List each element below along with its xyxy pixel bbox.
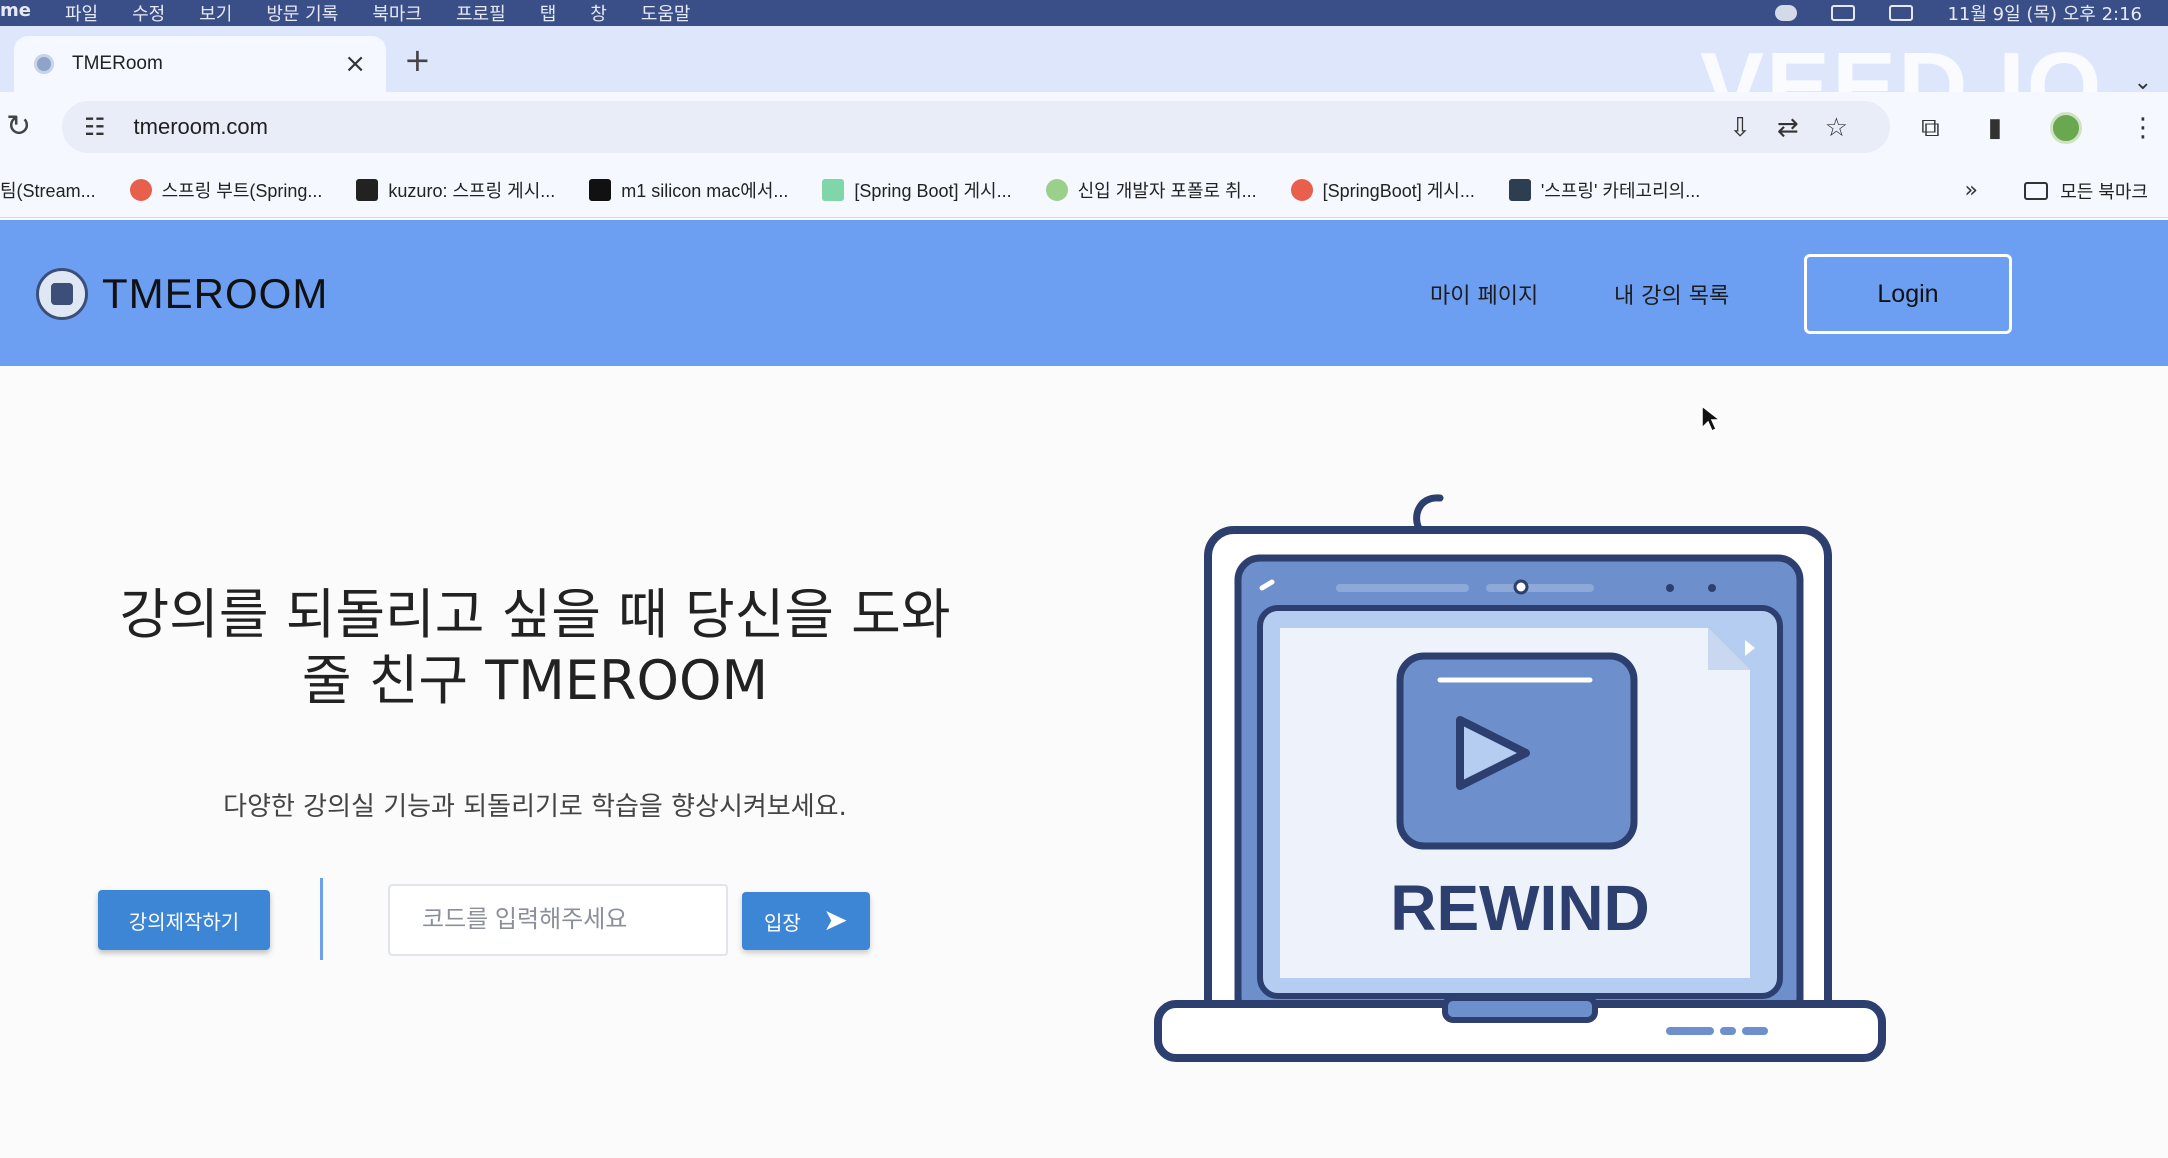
send-arrow-icon: ➤ bbox=[822, 904, 848, 937]
address-bar-row: ↻ ☷ tmeroom.com ⇩ ⇄ ☆ ⧉ ▮ ⋮ bbox=[0, 92, 2168, 162]
mouse-cursor-icon bbox=[1701, 404, 1722, 433]
install-app-icon[interactable]: ⇩ bbox=[1729, 113, 1751, 143]
bookmark-star-icon[interactable]: ☆ bbox=[1825, 113, 1848, 143]
url-text[interactable]: tmeroom.com bbox=[134, 114, 268, 140]
bookmark-label: 팀(Stream... bbox=[0, 180, 96, 201]
bookmarks-bar: 팀(Stream... 스프링 부트(Spring... kuzuro: 스프링… bbox=[0, 162, 2168, 218]
site-logo[interactable]: TMEROOM bbox=[36, 268, 328, 320]
divider bbox=[320, 878, 323, 960]
profile-avatar[interactable] bbox=[2050, 112, 2082, 144]
hero-subtitle: 다양한 강의실 기능과 되돌리기로 학습을 향상시켜보세요. bbox=[223, 792, 847, 822]
logo-emblem-icon bbox=[36, 268, 88, 320]
mac-menu-history[interactable]: 방문 기록 bbox=[266, 0, 338, 26]
tab-title: TMERoom bbox=[72, 53, 163, 74]
rewind-label: REWIND bbox=[1390, 872, 1650, 944]
all-bookmarks-label: 모든 북마크 bbox=[2060, 182, 2148, 202]
folder-icon bbox=[2024, 182, 2049, 200]
bookmark-favicon-icon bbox=[1290, 178, 1313, 201]
create-lecture-button[interactable]: 강의제작하기 bbox=[98, 890, 270, 950]
bookmark-favicon-icon bbox=[1045, 178, 1068, 201]
tab-close-icon[interactable]: × bbox=[344, 51, 366, 77]
rewind-laptop-illustration: REWIND bbox=[1154, 494, 1886, 1062]
input-source-icon[interactable] bbox=[1831, 5, 1856, 21]
bookmark-favicon-icon bbox=[356, 178, 379, 201]
bookmark-label: [SpringBoot] 게시... bbox=[1322, 180, 1475, 201]
mac-menu-profile[interactable]: 프로필 bbox=[456, 0, 506, 26]
hero-title: 강의를 되돌리고 싶을 때 당신을 도와 줄 친구 TMEROOM bbox=[90, 582, 980, 714]
omnibox[interactable]: ☷ tmeroom.com ⇩ ⇄ ☆ bbox=[62, 101, 1890, 153]
mac-clock[interactable]: 11월 9일 (목) 오후 2:16 bbox=[1947, 0, 2142, 26]
mac-status-area: 11월 9일 (목) 오후 2:16 bbox=[1775, 0, 2142, 26]
enter-label: 입장 bbox=[764, 912, 801, 935]
bookmark-item[interactable]: '스프링' 카테고리의... bbox=[1508, 177, 1701, 203]
bookmark-label: 스프링 부트(Spring... bbox=[161, 180, 323, 201]
bookmark-item[interactable]: [SpringBoot] 게시... bbox=[1290, 177, 1475, 203]
bookmark-label: m1 silicon mac에서... bbox=[621, 180, 789, 201]
bookmark-label: kuzuro: 스프링 게시... bbox=[388, 180, 556, 201]
mac-menu-window[interactable]: 창 bbox=[590, 0, 607, 26]
bookmark-favicon-icon bbox=[1508, 178, 1531, 201]
battery-icon[interactable] bbox=[1889, 5, 1914, 21]
browser-menu-icon[interactable]: ⋮ bbox=[2130, 113, 2156, 143]
browser-toolbar: ⧉ ▮ ⋮ bbox=[1921, 112, 2156, 144]
side-panel-icon[interactable]: ▮ bbox=[1988, 113, 2002, 143]
mac-menubar: me 파일 수정 보기 방문 기록 북마크 프로필 탭 창 도움말 11월 9일… bbox=[0, 0, 2168, 26]
mac-menu-tab[interactable]: 탭 bbox=[540, 0, 557, 26]
mac-menu-file[interactable]: 파일 bbox=[65, 0, 98, 26]
nav-my-lectures[interactable]: 내 강의 목록 bbox=[1614, 278, 1729, 310]
mac-menu-app[interactable]: me bbox=[0, 0, 31, 26]
translate-icon[interactable]: ⇄ bbox=[1777, 113, 1799, 143]
bookmarks-overflow-icon[interactable]: » bbox=[1965, 178, 1978, 203]
mac-menu-help[interactable]: 도움말 bbox=[641, 0, 691, 26]
bookmark-item[interactable]: [Spring Boot] 게시... bbox=[822, 177, 1012, 203]
site-header: TMEROOM 마이 페이지 내 강의 목록 Login bbox=[0, 220, 2168, 366]
all-bookmarks-button[interactable]: 모든 북마크 bbox=[2024, 178, 2148, 204]
bookmark-item[interactable]: m1 silicon mac에서... bbox=[589, 177, 788, 203]
extensions-icon[interactable]: ⧉ bbox=[1921, 113, 1940, 144]
bookmark-item[interactable]: 신입 개발자 포폴로 취... bbox=[1045, 177, 1257, 203]
enter-room-button[interactable]: 입장 ➤ bbox=[742, 892, 870, 950]
reload-icon[interactable]: ↻ bbox=[6, 112, 31, 142]
bookmark-label: 신입 개발자 포폴로 취... bbox=[1077, 180, 1257, 201]
mac-menu-bookmarks[interactable]: 북마크 bbox=[372, 0, 422, 26]
bookmark-item[interactable]: 팀(Stream... bbox=[0, 177, 96, 203]
site-settings-icon[interactable]: ☷ bbox=[84, 113, 106, 141]
browser-tab[interactable]: TMERoom × bbox=[14, 36, 386, 92]
bookmark-favicon-icon bbox=[129, 178, 152, 201]
omnibox-actions: ⇩ ⇄ ☆ bbox=[1729, 113, 1848, 143]
chat-status-icon[interactable] bbox=[1775, 5, 1798, 21]
mac-menu: me 파일 수정 보기 방문 기록 북마크 프로필 탭 창 도움말 bbox=[0, 0, 691, 26]
new-tab-icon[interactable]: + bbox=[404, 44, 431, 76]
bookmark-label: '스프링' 카테고리의... bbox=[1540, 180, 1701, 201]
mac-menu-view[interactable]: 보기 bbox=[199, 0, 232, 26]
nav-my-page[interactable]: 마이 페이지 bbox=[1430, 278, 1538, 310]
login-button[interactable]: Login bbox=[1804, 254, 2012, 334]
bookmark-label: [Spring Boot] 게시... bbox=[854, 180, 1012, 201]
logo-text: TMEROOM bbox=[102, 270, 329, 317]
browser-tabstrip: TMERoom × + VEED.IO ⌄ bbox=[0, 26, 2168, 140]
hero-title-line-1: 강의를 되돌리고 싶을 때 당신을 도와 bbox=[119, 583, 951, 646]
room-code-input[interactable] bbox=[388, 884, 728, 956]
bookmark-favicon-icon bbox=[589, 178, 612, 201]
bookmark-favicon-icon bbox=[822, 178, 845, 201]
bookmark-item[interactable]: 스프링 부트(Spring... bbox=[129, 177, 323, 203]
mac-menu-edit[interactable]: 수정 bbox=[132, 0, 165, 26]
bookmark-item[interactable]: kuzuro: 스프링 게시... bbox=[356, 177, 555, 203]
hero-title-line-2: 줄 친구 TMEROOM bbox=[301, 649, 769, 712]
tab-favicon-icon bbox=[34, 54, 54, 74]
